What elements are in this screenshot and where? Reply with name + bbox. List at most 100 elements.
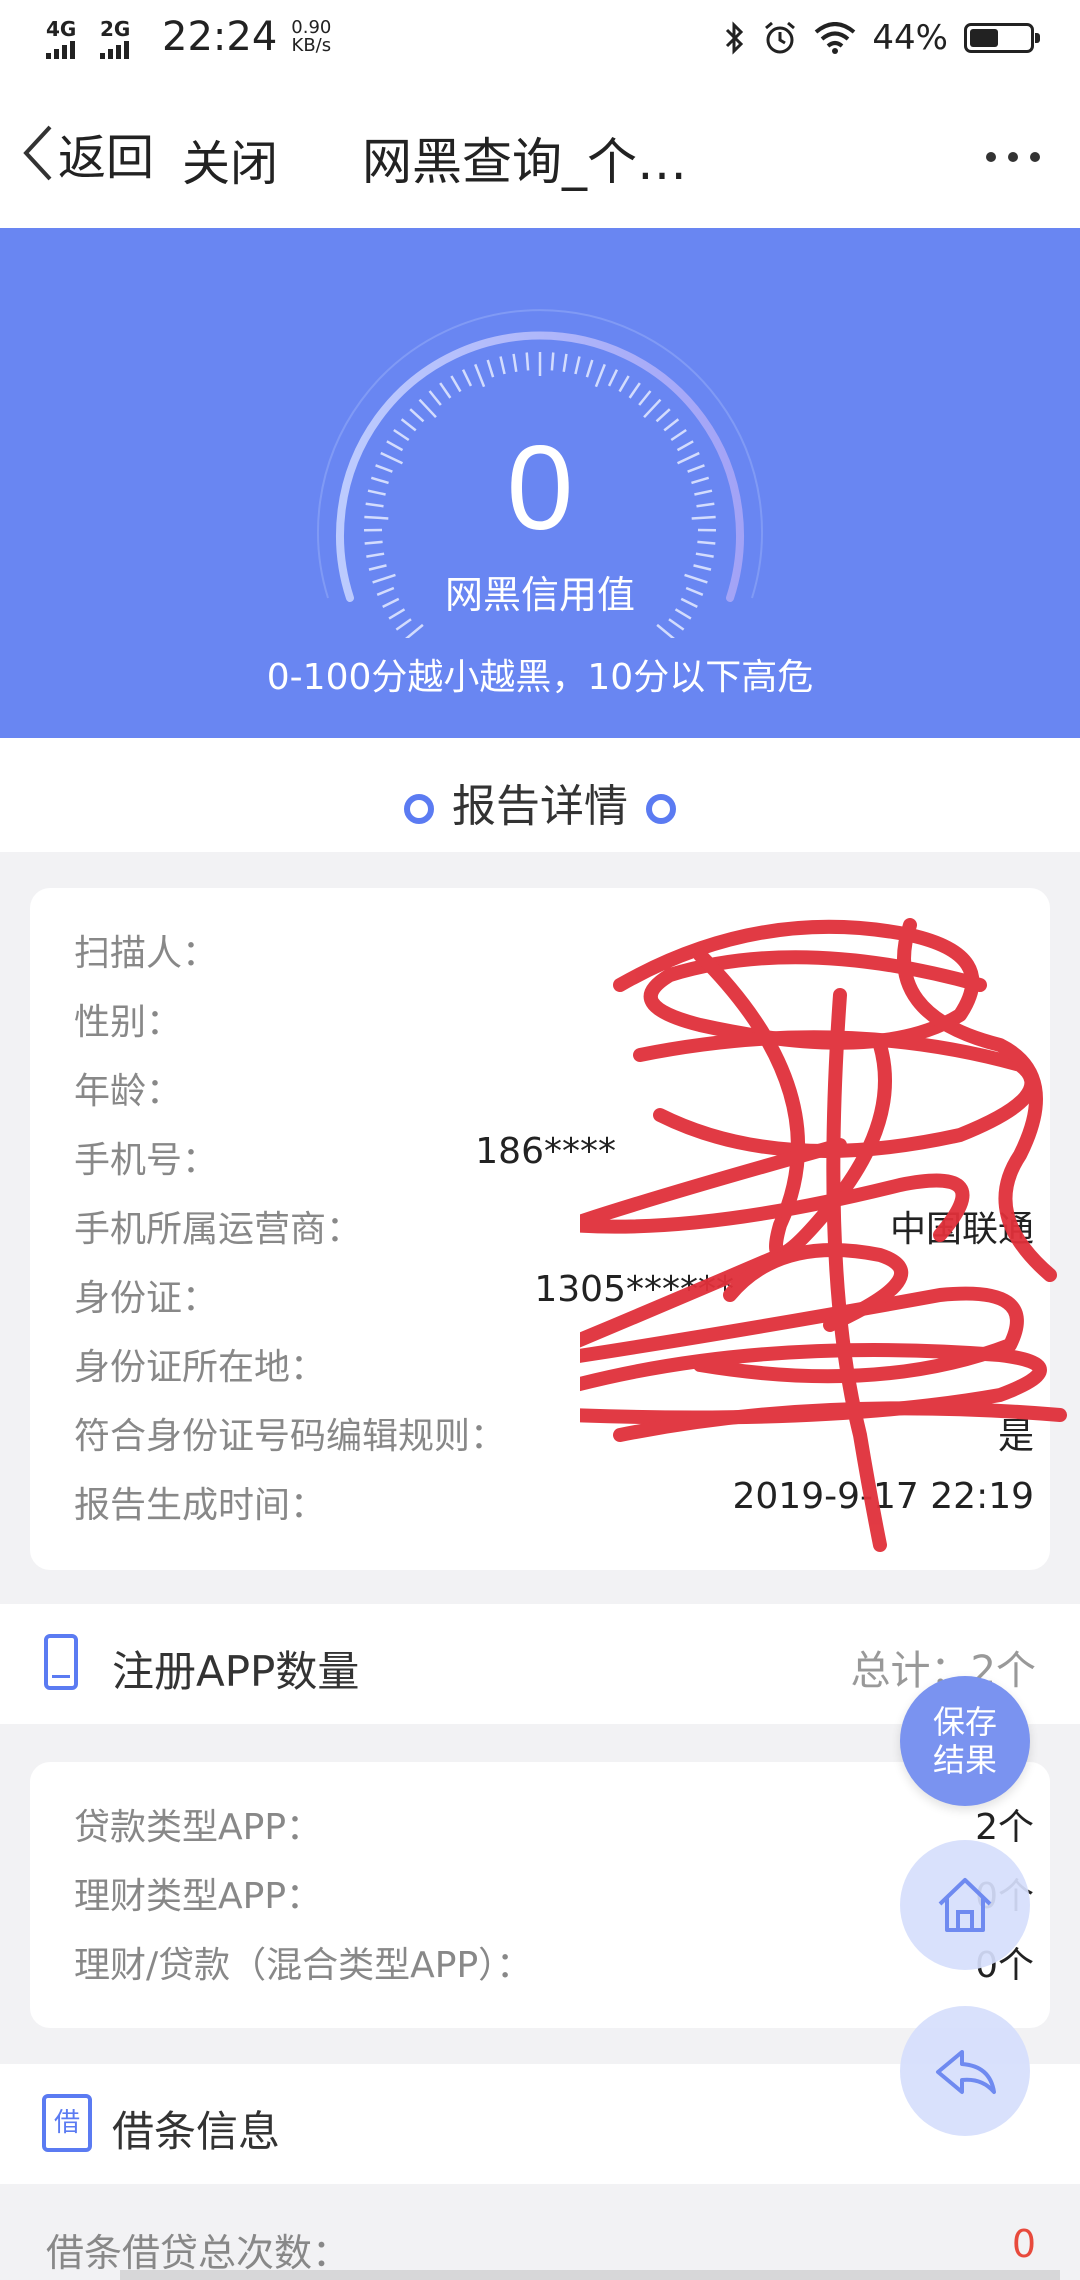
gauge-tick: [428, 390, 442, 406]
report-card: 扫描人： 性别： 年龄： 手机号： 186**** 手机所属运营商： 中国联通 身份…: [30, 888, 1050, 1570]
battery-percent: 44%: [872, 18, 948, 58]
score-label: 网黑信用值: [444, 573, 635, 617]
status-left: 4G 2G 22:24 0.90 KB/s: [44, 14, 331, 60]
status-time: 22:24: [162, 14, 278, 60]
row-label: 身份证所在地：: [74, 1347, 327, 1388]
score-note: 0-100分越小越黑，10分以下高危: [266, 657, 814, 698]
gauge-tick: [405, 623, 424, 638]
row-label: 借条借贷总次数：: [46, 2231, 351, 2275]
gauge-tick: [461, 369, 473, 387]
report-section-title: 报告详情: [452, 781, 628, 832]
loan-title: 借条信息: [112, 2107, 281, 2156]
status-bar: 4G 2G 22:24 0.90 KB/s 44%: [0, 0, 1080, 86]
gauge-tick: [499, 356, 506, 375]
gauge-tick: [628, 382, 641, 399]
row-label: 贷款类型APP：: [74, 1807, 323, 1848]
gauge-tick: [550, 352, 555, 371]
report-row: 身份证所在地：: [74, 1338, 1034, 1390]
gauge-tick: [668, 618, 685, 631]
loan-total-row: 借条借贷总次数： 0: [46, 2222, 1036, 2277]
row-label: 身份证：: [74, 1278, 219, 1319]
more-menu-icon[interactable]: [986, 152, 1040, 162]
nav-bar: 返回 关闭 网黑查询_个…: [0, 86, 1080, 228]
row-label: 手机所属运营商：: [74, 1209, 363, 1250]
report-row: 年龄：: [74, 1062, 1034, 1114]
row-label: 符合身份证号码编辑规则：: [74, 1416, 507, 1457]
gauge-tick: [366, 552, 385, 558]
gauge-tick: [594, 363, 606, 388]
gauge-tick: [574, 356, 581, 375]
row-value: 1305******: [534, 1269, 734, 1310]
gauge-tick: [655, 408, 671, 423]
signal-2g-icon: 2G: [98, 15, 138, 59]
back-button[interactable]: 返回: [18, 118, 154, 188]
apps-card: 贷款类型APP：2个 理财类型APP：0个 理财/贷款（混合类型APP）：0个: [30, 1762, 1050, 2028]
row-label: 手机号：: [74, 1140, 219, 1181]
gauge-tick: [643, 398, 662, 419]
row-value: 186****: [475, 1131, 616, 1172]
report-row: 手机号： 186****: [74, 1131, 1034, 1183]
alarm-icon: [765, 21, 796, 54]
page-title: 网黑查询_个…: [362, 133, 687, 191]
report-row: 手机所属运营商： 中国联通: [74, 1200, 1034, 1252]
save-label-line1: 保存: [932, 1703, 997, 1741]
apps-row: 理财类型APP：0个: [74, 1867, 1034, 1919]
gauge-tick: [562, 353, 568, 372]
save-result-button[interactable]: 保存 结果: [900, 1676, 1030, 1806]
wifi-icon: [815, 22, 856, 54]
score-value: 0: [506, 421, 574, 555]
bluetooth-icon: [726, 21, 744, 55]
home-icon: [938, 1878, 992, 1932]
loan-note-icon: 借: [42, 2094, 92, 2152]
row-label: 性别：: [74, 1002, 183, 1043]
gauge-tick: [525, 352, 530, 371]
gauge-tick: [585, 359, 594, 378]
gauge-tick: [618, 375, 630, 393]
reply-arrow-icon: [936, 2050, 996, 2094]
chevron-left-icon: [23, 125, 52, 181]
network-speed: 0.90 KB/s: [291, 19, 331, 55]
save-label-line2: 结果: [932, 1741, 997, 1779]
row-value: 中国联通: [889, 1209, 1034, 1250]
gauge-tick: [486, 359, 495, 378]
report-section-header: 报告详情: [0, 738, 1080, 852]
row-value: 2019-9-17 22:19: [732, 1476, 1035, 1517]
network-type-1: 4G: [46, 17, 77, 41]
row-label: 年龄：: [74, 1071, 183, 1112]
signal-4g-icon: 4G: [44, 15, 84, 59]
row-value: 0: [1011, 2222, 1036, 2266]
row-label: 理财类型APP：: [74, 1876, 323, 1917]
apps-title: 注册APP数量: [112, 1647, 360, 1696]
row-label: 报告生成时间：: [74, 1485, 327, 1526]
bottom-divider: [120, 2270, 1060, 2280]
gauge-tick: [656, 623, 675, 638]
gauge-tick: [418, 398, 437, 419]
phone-icon: [44, 1634, 78, 1690]
report-row: 报告生成时间： 2019-9-17 22:19: [74, 1476, 1034, 1528]
report-row: 符合身份证号码编辑规则： 是: [74, 1407, 1034, 1459]
gauge-tick: [695, 552, 714, 558]
ring-left-icon: [404, 794, 434, 824]
close-button[interactable]: 关闭: [182, 124, 278, 194]
home-button[interactable]: [900, 1840, 1030, 1970]
gauge-tick: [450, 375, 462, 393]
gauge-tick: [439, 382, 452, 399]
apps-row: 贷款类型APP： 2个: [74, 1798, 1034, 1850]
status-right: 44%: [724, 18, 1040, 58]
row-label: 理财/贷款（混合类型APP）：: [74, 1945, 533, 1986]
gauge-tick: [512, 353, 518, 372]
gauge-tick: [638, 390, 652, 406]
speed-unit: KB/s: [291, 35, 332, 56]
gauge-tick: [607, 369, 619, 387]
gauge-tick: [409, 408, 425, 423]
gauge-tick: [395, 618, 412, 631]
reply-back-button[interactable]: [900, 2006, 1030, 2136]
apps-row: 理财/贷款（混合类型APP）： 0个: [74, 1936, 1034, 1988]
back-label: 返回: [58, 130, 155, 186]
row-value: 是: [997, 1416, 1034, 1457]
ring-right-icon: [646, 794, 676, 824]
report-row: 扫描人：: [74, 924, 1034, 976]
network-type-2: 2G: [100, 17, 131, 41]
row-label: 扫描人：: [74, 933, 219, 974]
gauge-tick: [474, 363, 486, 388]
